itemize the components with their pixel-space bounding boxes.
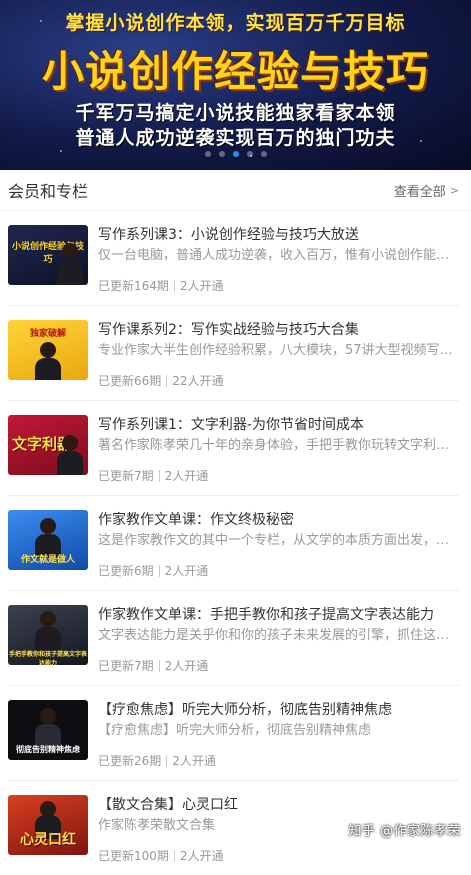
course-meta: 已更新100期 2人开通 bbox=[98, 847, 459, 864]
carousel-dot[interactable] bbox=[261, 151, 267, 157]
subscriber-count: 2人开通 bbox=[165, 467, 209, 484]
course-description: 【疗愈焦虑】听完大师分析，彻底告别精神焦虑 bbox=[98, 721, 459, 741]
carousel-indicator bbox=[0, 151, 471, 157]
banner-top-line: 掌握小说创作本领，实现百万千万目标 bbox=[0, 8, 471, 35]
section-header: 会员和专栏 查看全部 > bbox=[0, 170, 471, 211]
list-item[interactable]: 彻底告别精神焦虑 【疗愈焦虑】听完大师分析，彻底告别精神焦虑 【疗愈焦虑】听完大… bbox=[8, 686, 459, 781]
list-item[interactable]: 作文就是做人 作家教作文单课：作文终极秘密 这是作家教作文的其中一个专栏，从文学… bbox=[8, 496, 459, 591]
banner-title: 小说创作经验与技巧 bbox=[0, 38, 471, 99]
carousel-dot[interactable] bbox=[205, 151, 211, 157]
carousel-dot[interactable] bbox=[233, 151, 239, 157]
author-figure bbox=[40, 611, 56, 627]
update-count: 已更新7期 bbox=[98, 467, 154, 484]
course-title: 【散文合集】心灵口红 bbox=[98, 795, 459, 815]
divider bbox=[166, 375, 167, 387]
list-item[interactable]: 独家破解 写作课系列2：写作实战经验与技巧大合集 专业作家大半生创作经验积累，八… bbox=[8, 306, 459, 401]
divider bbox=[159, 470, 160, 482]
author-figure bbox=[40, 708, 56, 724]
course-thumbnail: 心灵口红 bbox=[8, 795, 88, 855]
course-meta: 已更新66期 22人开通 bbox=[98, 372, 459, 389]
course-description: 仅一台电脑，普通人成功逆袭，收入百万，惟有小说创作能帮你实现 bbox=[98, 246, 459, 266]
author-figure bbox=[62, 435, 78, 451]
divider bbox=[174, 280, 175, 292]
list-item[interactable]: 文字利器 写作系列课1：文字利器-为你节省时间成本 著名作家陈孝荣几十年的亲身体… bbox=[8, 401, 459, 496]
subscriber-count: 2人开通 bbox=[180, 277, 224, 294]
subscriber-count: 2人开通 bbox=[165, 657, 209, 674]
section-title: 会员和专栏 bbox=[8, 178, 88, 202]
carousel-dot[interactable] bbox=[247, 151, 253, 157]
subscriber-count: 2人开通 bbox=[172, 752, 216, 769]
author-figure-body bbox=[35, 627, 61, 651]
course-thumbnail: 手把手教你和孩子提高文字表达能力 bbox=[8, 605, 88, 665]
author-figure bbox=[40, 342, 56, 358]
course-description: 著名作家陈孝荣几十年的亲身体验，手把手教你玩转文字利器，一分钟 bbox=[98, 436, 459, 456]
list-item[interactable]: 手把手教你和孩子提高文字表达能力 作家教作文单课：手把手教你和孩子提高文字表达能… bbox=[8, 591, 459, 686]
author-figure-body bbox=[35, 358, 61, 380]
divider bbox=[166, 755, 167, 767]
author-figure bbox=[62, 243, 78, 259]
watermark: 知乎 @作家陈孝荣 bbox=[348, 820, 461, 839]
thumbnail-text: 独家破解 bbox=[8, 326, 88, 339]
course-thumbnail: 文字利器 bbox=[8, 415, 88, 475]
course-meta: 已更新26期 2人开通 bbox=[98, 752, 459, 769]
thumbnail-text: 彻底告别精神焦虑 bbox=[8, 744, 88, 755]
course-title: 作家教作文单课：手把手教你和孩子提高文字表达能力 bbox=[98, 605, 459, 625]
promo-banner[interactable]: 掌握小说创作本领，实现百万千万目标 小说创作经验与技巧 千军万马搞定小说技能独家… bbox=[0, 0, 471, 170]
thumbnail-text: 心灵口红 bbox=[8, 829, 88, 849]
update-count: 已更新66期 bbox=[98, 372, 161, 389]
banner-sub-line-1: 千军万马搞定小说技能独家看家本领 bbox=[0, 98, 471, 125]
update-count: 已更新164期 bbox=[98, 277, 169, 294]
divider bbox=[159, 565, 160, 577]
course-description: 文字表达能力是关乎你和你的孩子未来发展的引擎，抓住这个引擎，你就 bbox=[98, 626, 459, 646]
course-title: 作家教作文单课：作文终极秘密 bbox=[98, 510, 459, 530]
author-figure bbox=[40, 518, 56, 534]
subscriber-count: 2人开通 bbox=[165, 562, 209, 579]
subscriber-count: 2人开通 bbox=[180, 847, 224, 864]
course-thumbnail: 作文就是做人 bbox=[8, 510, 88, 570]
course-description: 专业作家大半生创作经验积累，八大模块，57讲大型视频写作培训课 bbox=[98, 341, 459, 361]
author-figure-body bbox=[57, 261, 83, 285]
update-count: 已更新26期 bbox=[98, 752, 161, 769]
thumbnail-text: 手把手教你和孩子提高文字表达能力 bbox=[8, 649, 88, 665]
chevron-right-icon: > bbox=[450, 184, 459, 197]
see-all-link[interactable]: 查看全部 > bbox=[394, 181, 459, 200]
carousel-dot[interactable] bbox=[219, 151, 225, 157]
course-title: 【疗愈焦虑】听完大师分析，彻底告别精神焦虑 bbox=[98, 700, 459, 720]
course-meta: 已更新164期 2人开通 bbox=[98, 277, 459, 294]
course-title: 写作课系列2：写作实战经验与技巧大合集 bbox=[98, 320, 459, 340]
divider bbox=[174, 850, 175, 862]
course-meta: 已更新6期 2人开通 bbox=[98, 562, 459, 579]
update-count: 已更新100期 bbox=[98, 847, 169, 864]
banner-sub-line-2: 普通人成功逆袭实现百万的独门功夫 bbox=[0, 123, 471, 150]
subscriber-count: 22人开通 bbox=[172, 372, 223, 389]
update-count: 已更新6期 bbox=[98, 562, 154, 579]
update-count: 已更新7期 bbox=[98, 657, 154, 674]
course-thumbnail: 独家破解 bbox=[8, 320, 88, 380]
course-thumbnail: 彻底告别精神焦虑 bbox=[8, 700, 88, 760]
course-meta: 已更新7期 2人开通 bbox=[98, 467, 459, 484]
course-meta: 已更新7期 2人开通 bbox=[98, 657, 459, 674]
course-list: 小说创作经验与技巧 写作系列课3：小说创作经验与技巧大放送 仅一台电脑，普通人成… bbox=[0, 211, 471, 875]
see-all-label: 查看全部 bbox=[394, 181, 446, 200]
course-title: 写作系列课1：文字利器-为你节省时间成本 bbox=[98, 415, 459, 435]
author-figure-body bbox=[57, 451, 83, 475]
thumbnail-text: 作文就是做人 bbox=[8, 552, 88, 565]
list-item[interactable]: 小说创作经验与技巧 写作系列课3：小说创作经验与技巧大放送 仅一台电脑，普通人成… bbox=[8, 211, 459, 306]
course-title: 写作系列课3：小说创作经验与技巧大放送 bbox=[98, 225, 459, 245]
course-thumbnail: 小说创作经验与技巧 bbox=[8, 225, 88, 285]
course-description: 这是作家教作文的其中一个专栏，从文学的本质方面出发，面对学生作文 bbox=[98, 531, 459, 551]
divider bbox=[159, 660, 160, 672]
